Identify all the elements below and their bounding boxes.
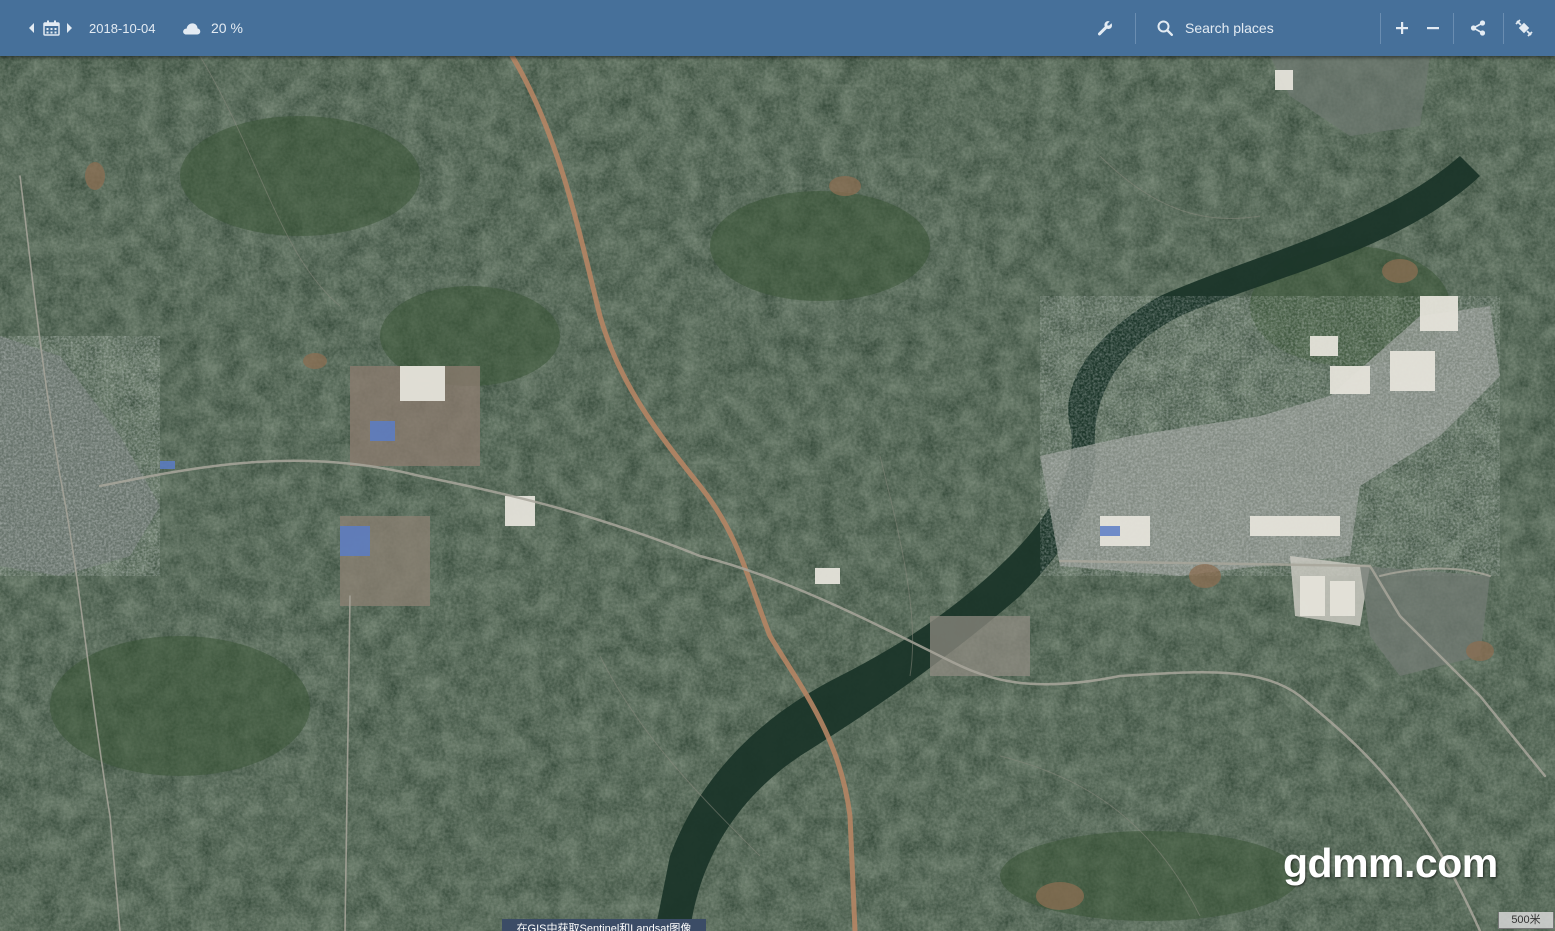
wrench-icon bbox=[1097, 21, 1112, 36]
plus-icon bbox=[1396, 22, 1408, 34]
zoom-out-button[interactable] bbox=[1426, 0, 1440, 56]
tools-button[interactable] bbox=[1097, 0, 1113, 56]
caret-right-icon bbox=[67, 23, 72, 33]
cloud-filter-button[interactable] bbox=[182, 0, 201, 56]
zoom-in-button[interactable] bbox=[1395, 0, 1409, 56]
satellite-icon bbox=[1515, 19, 1533, 37]
watermark: gdmm.com bbox=[1283, 840, 1498, 886]
share-icon bbox=[1470, 20, 1486, 36]
share-button[interactable] bbox=[1470, 0, 1486, 56]
toolbar-divider bbox=[1380, 13, 1381, 44]
search-icon bbox=[1157, 20, 1173, 36]
toolbar-divider bbox=[1503, 13, 1504, 44]
caption-banner: 在GIS中获取Sentinel和Landsat图像 bbox=[502, 919, 706, 931]
scale-bar: 500米 bbox=[1498, 912, 1554, 929]
compare-button[interactable] bbox=[1515, 0, 1533, 56]
calendar-button[interactable] bbox=[43, 0, 60, 56]
cloud-coverage-value[interactable]: 20 % bbox=[211, 0, 243, 56]
caret-left-icon bbox=[29, 23, 34, 33]
calendar-icon bbox=[43, 20, 60, 36]
search-button[interactable] bbox=[1157, 0, 1173, 56]
search-input[interactable] bbox=[1185, 17, 1370, 39]
date-display[interactable]: 2018-10-04 bbox=[89, 0, 156, 56]
prev-date-button[interactable] bbox=[27, 0, 35, 56]
satellite-imagery bbox=[0, 56, 1555, 931]
top-toolbar: 2018-10-04 20 % bbox=[0, 0, 1555, 56]
cloud-icon bbox=[183, 22, 201, 34]
next-date-button[interactable] bbox=[66, 0, 74, 56]
satellite-map[interactable]: gdmm.com 500米 在GIS中获取Sentinel和Landsat图像 bbox=[0, 56, 1555, 931]
toolbar-divider bbox=[1135, 13, 1136, 44]
toolbar-divider bbox=[1453, 13, 1454, 44]
minus-icon bbox=[1427, 27, 1439, 30]
